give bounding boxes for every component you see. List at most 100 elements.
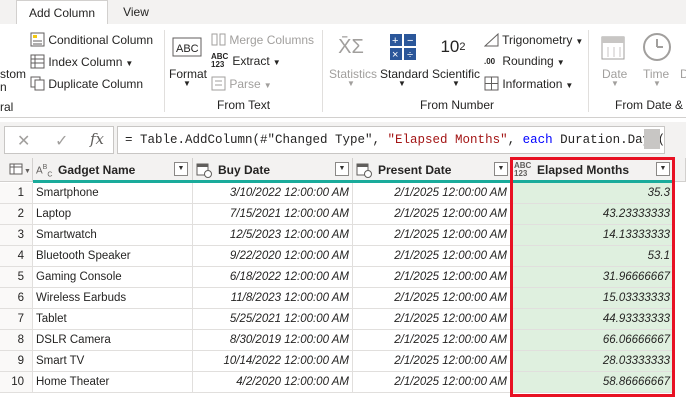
- buy-date-cell[interactable]: 7/15/2021 12:00:00 AM: [193, 204, 353, 225]
- format-icon: ABC: [172, 34, 202, 60]
- index-column-label: Index Column: [48, 55, 123, 69]
- row-number[interactable]: 8: [0, 330, 33, 351]
- buy-date-cell[interactable]: 10/14/2022 12:00:00 AM: [193, 351, 353, 372]
- gadget-name-cell[interactable]: Laptop: [33, 204, 193, 225]
- gadget-name-cell[interactable]: DSLR Camera: [33, 330, 193, 351]
- present-date-cell[interactable]: 2/1/2025 12:00:00 AM: [353, 288, 511, 309]
- row-number[interactable]: 3: [0, 225, 33, 246]
- present-date-cell[interactable]: 2/1/2025 12:00:00 AM: [353, 267, 511, 288]
- table-row: 6 Wireless Earbuds 11/8/2023 12:00:00 AM 2/…: [0, 288, 686, 309]
- row-number[interactable]: 4: [0, 246, 33, 267]
- trigonometry-icon: [483, 32, 499, 47]
- row-number[interactable]: 6: [0, 288, 33, 309]
- buy-date-cell[interactable]: 11/8/2023 12:00:00 AM: [193, 288, 353, 309]
- elapsed-months-cell[interactable]: 44.93333333: [511, 309, 674, 330]
- elapsed-months-cell[interactable]: 28.03333333: [511, 351, 674, 372]
- tab-view[interactable]: View: [110, 0, 162, 24]
- information-button[interactable]: Information ▼: [484, 76, 573, 91]
- present-date-cell[interactable]: 2/1/2025 12:00:00 AM: [353, 225, 511, 246]
- conditional-column-button[interactable]: Conditional Column: [30, 32, 153, 47]
- table-icon: ▼: [9, 163, 31, 175]
- column-header-elapsed-months[interactable]: ABC 123 Elapsed Months ▼: [511, 158, 674, 182]
- gadget-name-cell[interactable]: Bluetooth Speaker: [33, 246, 193, 267]
- cancel-formula-icon[interactable]: ✕: [17, 131, 30, 151]
- row-number[interactable]: 1: [0, 183, 33, 204]
- duplicate-column-button[interactable]: Duplicate Column: [30, 76, 143, 91]
- elapsed-months-cell[interactable]: 14.13333333: [511, 225, 674, 246]
- duration-button-fragment[interactable]: D: [680, 67, 686, 81]
- row-number[interactable]: 2: [0, 204, 33, 225]
- elapsed-months-cell[interactable]: 15.03333333: [511, 288, 674, 309]
- column-filter-dropdown[interactable]: ▼: [335, 162, 349, 176]
- row-number[interactable]: 10: [0, 372, 33, 393]
- formula-string: "Elapsed Months": [387, 133, 508, 147]
- present-date-cell[interactable]: 2/1/2025 12:00:00 AM: [353, 330, 511, 351]
- elapsed-months-cell[interactable]: 66.06666667: [511, 330, 674, 351]
- row-number[interactable]: 7: [0, 309, 33, 330]
- elapsed-months-cell[interactable]: 43.23333333: [511, 204, 674, 225]
- buy-date-cell[interactable]: 8/30/2019 12:00:00 AM: [193, 330, 353, 351]
- column-header-gadget-name[interactable]: ABC Gadget Name ▼: [33, 158, 193, 182]
- gadget-name-cell[interactable]: Tablet: [33, 309, 193, 330]
- buy-date-cell[interactable]: 3/10/2022 12:00:00 AM: [193, 183, 353, 204]
- svg-text:−: −: [407, 35, 413, 47]
- index-column-button[interactable]: Index Column ▼: [30, 54, 133, 69]
- formula-expand-scroll[interactable]: [644, 129, 660, 149]
- rounding-button[interactable]: .00 Rounding ▼: [484, 54, 565, 68]
- formula-mid: ,: [507, 133, 523, 147]
- svg-text:ABC: ABC: [176, 43, 199, 55]
- standard-dropdown-caret: ▼: [398, 79, 406, 88]
- column-header-buy-date[interactable]: Buy Date ▼: [193, 158, 353, 182]
- buy-date-cell[interactable]: 4/2/2020 12:00:00 AM: [193, 372, 353, 393]
- formula-input[interactable]: = Table.AddColumn(#"Changed Type", "Elap…: [117, 126, 665, 154]
- duplicate-column-label: Duplicate Column: [48, 77, 144, 91]
- gadget-name-cell[interactable]: Smart TV: [33, 351, 193, 372]
- merge-columns-button[interactable]: Merge Columns: [211, 32, 314, 47]
- gadget-name-cell[interactable]: Home Theater: [33, 372, 193, 393]
- column-filter-dropdown[interactable]: ▼: [494, 162, 508, 176]
- present-date-cell[interactable]: 2/1/2025 12:00:00 AM: [353, 183, 511, 204]
- parse-button[interactable]: Parse ▼: [211, 76, 272, 91]
- row-number[interactable]: 5: [0, 267, 33, 288]
- custom-column-label-fragment[interactable]: stom: [0, 67, 26, 81]
- gadget-name-cell[interactable]: Smartphone: [33, 183, 193, 204]
- statistics-icon: X̄Σ: [338, 35, 364, 58]
- table-row: 8 DSLR Camera 8/30/2019 12:00:00 AM 2/1/202…: [0, 330, 686, 351]
- column-header-label: Buy Date: [218, 163, 271, 177]
- row-number[interactable]: 9: [0, 351, 33, 372]
- elapsed-months-cell[interactable]: 58.86666667: [511, 372, 674, 393]
- column-filter-dropdown[interactable]: ▼: [174, 162, 188, 176]
- buy-date-cell[interactable]: 6/18/2022 12:00:00 AM: [193, 267, 353, 288]
- format-dropdown-caret: ▼: [183, 79, 191, 88]
- buy-date-cell[interactable]: 5/25/2021 12:00:00 AM: [193, 309, 353, 330]
- trigonometry-button[interactable]: Trigonometry ▼: [483, 32, 583, 47]
- column-header-present-date[interactable]: Present Date ▼: [353, 158, 511, 182]
- column-filter-dropdown[interactable]: ▼: [656, 162, 670, 176]
- ribbon-separator: [322, 30, 323, 112]
- scientific-icon: 10 2: [438, 32, 468, 62]
- present-date-cell[interactable]: 2/1/2025 12:00:00 AM: [353, 351, 511, 372]
- commit-formula-icon[interactable]: ✓: [55, 131, 68, 151]
- group-label-from-number: From Number: [420, 98, 495, 112]
- scientific-dropdown-caret: ▼: [452, 79, 460, 88]
- elapsed-months-cell[interactable]: 53.1: [511, 246, 674, 267]
- custom-column-label-fragment-2[interactable]: n: [0, 80, 7, 94]
- merge-columns-icon: [211, 33, 226, 46]
- present-date-cell[interactable]: 2/1/2025 12:00:00 AM: [353, 372, 511, 393]
- table-corner-menu[interactable]: ▼: [0, 158, 33, 182]
- buy-date-cell[interactable]: 12/5/2023 12:00:00 AM: [193, 225, 353, 246]
- buy-date-cell[interactable]: 9/22/2020 12:00:00 AM: [193, 246, 353, 267]
- extract-button[interactable]: ABC 123 Extract ▼: [211, 53, 281, 69]
- tab-add-column[interactable]: Add Column: [16, 0, 108, 24]
- gadget-name-cell[interactable]: Gaming Console: [33, 267, 193, 288]
- present-date-cell[interactable]: 2/1/2025 12:00:00 AM: [353, 204, 511, 225]
- elapsed-months-cell[interactable]: 31.96666667: [511, 267, 674, 288]
- present-date-cell[interactable]: 2/1/2025 12:00:00 AM: [353, 309, 511, 330]
- fx-icon[interactable]: fx: [90, 130, 104, 148]
- gadget-name-cell[interactable]: Smartwatch: [33, 225, 193, 246]
- gadget-name-cell[interactable]: Wireless Earbuds: [33, 288, 193, 309]
- table-row: 10 Home Theater 4/2/2020 12:00:00 AM 2/1/20…: [0, 372, 686, 393]
- extract-icon: ABC 123: [211, 52, 229, 69]
- elapsed-months-cell[interactable]: 35.3: [511, 183, 674, 204]
- present-date-cell[interactable]: 2/1/2025 12:00:00 AM: [353, 246, 511, 267]
